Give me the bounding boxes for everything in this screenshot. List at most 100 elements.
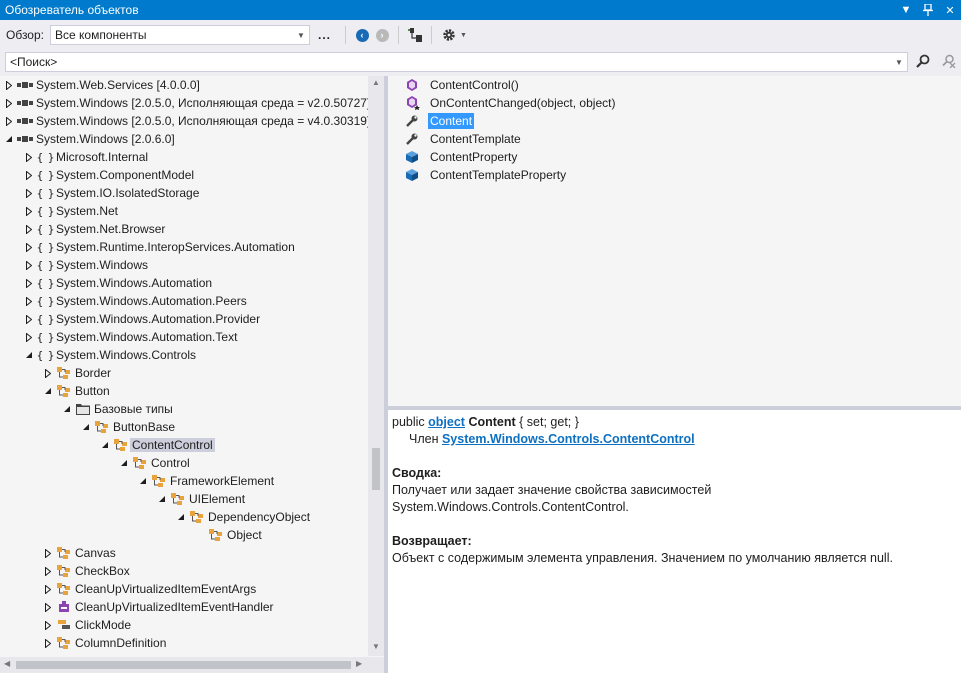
collapse-arrow-icon[interactable]	[136, 477, 150, 485]
scroll-left-icon[interactable]: ◀	[4, 659, 10, 668]
settings-button[interactable]: ▼	[438, 25, 470, 45]
chevron-down-icon[interactable]: ▼	[891, 58, 907, 67]
tree-item[interactable]: FrameworkElement	[136, 472, 276, 490]
collapse-arrow-icon[interactable]	[155, 495, 169, 503]
objects-tree[interactable]: System.Web.Services [4.0.0.0] System.Wind…	[0, 76, 384, 673]
collapse-arrow-icon[interactable]	[41, 387, 55, 395]
pin-icon[interactable]	[917, 0, 939, 20]
expand-arrow-icon[interactable]	[22, 224, 36, 234]
expand-arrow-icon[interactable]	[22, 188, 36, 198]
tree-item[interactable]: { } System.Windows	[22, 256, 150, 274]
member-of-class-link[interactable]: ContentControl	[603, 432, 695, 446]
collapse-arrow-icon[interactable]	[79, 423, 93, 431]
tree-item[interactable]: ButtonBase	[79, 418, 177, 436]
expand-arrow-icon[interactable]	[2, 80, 16, 90]
tree-item[interactable]: Border	[41, 364, 113, 382]
expand-arrow-icon[interactable]	[22, 242, 36, 252]
scroll-down-icon[interactable]: ▼	[368, 642, 384, 651]
expand-arrow-icon[interactable]	[2, 116, 16, 126]
tree-item[interactable]: Базовые типы	[60, 400, 175, 418]
tree-item[interactable]: { } System.Windows.Automation	[22, 274, 214, 292]
expand-arrow-icon[interactable]	[22, 278, 36, 288]
scrollbar-thumb[interactable]	[372, 448, 380, 490]
tree-item[interactable]: { } System.Net.Browser	[22, 220, 167, 238]
tree-item[interactable]: { } System.ComponentModel	[22, 166, 196, 184]
tree-item[interactable]: CleanUpVirtualizedItemEventArgs	[41, 580, 258, 598]
browse-combo[interactable]: Все компоненты ▼	[50, 25, 310, 45]
tree-item[interactable]: { } System.Windows.Automation.Provider	[22, 310, 262, 328]
members-list[interactable]: ContentControl() OnContentChanged(object,…	[388, 76, 961, 406]
member-item[interactable]: Content	[406, 112, 475, 130]
tree-item[interactable]: System.Windows [2.0.5.0, Исполняющая сре…	[2, 112, 372, 130]
tree-item[interactable]: ClickMode	[41, 616, 133, 634]
tree-item[interactable]: { } System.Runtime.InteropServices.Automa…	[22, 238, 297, 256]
tree-item[interactable]: ColumnDefinition	[41, 634, 168, 652]
tree-item[interactable]: CheckBox	[41, 562, 132, 580]
gear-icon	[443, 29, 455, 41]
expand-arrow-icon[interactable]	[41, 620, 55, 630]
member-of-namespace-link[interactable]: System.Windows.Controls	[442, 432, 600, 446]
tree-item[interactable]: Object	[193, 526, 264, 544]
expand-arrow-icon[interactable]	[41, 638, 55, 648]
close-icon[interactable]: ✕	[939, 0, 961, 20]
tree-item[interactable]: UIElement	[155, 490, 247, 508]
expand-arrow-icon[interactable]	[22, 314, 36, 324]
search-box[interactable]: ▼	[5, 52, 908, 72]
expand-arrow-icon[interactable]	[2, 98, 16, 108]
tree-item[interactable]: { } System.Net	[22, 202, 120, 220]
tree-horizontal-scrollbar[interactable]: ◀ ▶	[0, 657, 384, 673]
member-item[interactable]: ContentProperty	[406, 148, 519, 166]
tree-item[interactable]: { } System.Windows.Controls	[22, 346, 198, 364]
expand-arrow-icon[interactable]	[41, 368, 55, 378]
signature-type-link[interactable]: object	[428, 415, 465, 429]
tree-vertical-scrollbar[interactable]: ▲ ▼	[368, 76, 384, 656]
tree-item[interactable]: Canvas	[41, 544, 118, 562]
expand-arrow-icon[interactable]	[22, 206, 36, 216]
expand-arrow-icon[interactable]	[41, 548, 55, 558]
expand-arrow-icon[interactable]	[22, 332, 36, 342]
tree-item[interactable]: CleanUpVirtualizedItemEventHandler	[41, 598, 276, 616]
tree-item[interactable]: ContentControl	[98, 436, 215, 454]
search-input[interactable]	[10, 55, 891, 69]
tree-item[interactable]: System.Windows [2.0.6.0]	[2, 130, 177, 148]
collapse-arrow-icon[interactable]	[60, 405, 74, 413]
tree-item[interactable]: DependencyObject	[174, 508, 312, 526]
expand-arrow-icon[interactable]	[41, 602, 55, 612]
expand-arrow-icon[interactable]	[22, 296, 36, 306]
collapse-arrow-icon[interactable]	[2, 135, 16, 143]
class-icon	[55, 583, 73, 595]
member-item[interactable]: OnContentChanged(object, object)	[406, 94, 617, 112]
expand-arrow-icon[interactable]	[22, 152, 36, 162]
tree-item[interactable]: System.Windows [2.0.5.0, Исполняющая сре…	[2, 94, 372, 112]
tree-item[interactable]: Control	[117, 454, 192, 472]
tree-item[interactable]: { } Microsoft.Internal	[22, 148, 150, 166]
back-button[interactable]: ‹	[352, 25, 372, 45]
tree-item[interactable]: System.Web.Services [4.0.0.0]	[2, 76, 202, 94]
tree-item[interactable]: { } System.Windows.Automation.Peers	[22, 292, 249, 310]
scroll-right-icon[interactable]: ▶	[356, 659, 362, 668]
expand-arrow-icon[interactable]	[41, 566, 55, 576]
expand-arrow-icon[interactable]	[41, 584, 55, 594]
collapse-arrow-icon[interactable]	[174, 513, 188, 521]
expand-arrow-icon[interactable]	[22, 170, 36, 180]
member-item[interactable]: ContentTemplateProperty	[406, 166, 568, 184]
collapse-arrow-icon[interactable]	[98, 441, 112, 449]
dropdown-icon[interactable]: ▼	[895, 0, 917, 20]
collapse-arrow-icon[interactable]	[117, 459, 131, 467]
namespace-icon: { }	[36, 312, 55, 326]
member-item[interactable]: ContentControl()	[406, 76, 521, 94]
tree-item[interactable]: { } System.IO.IsolatedStorage	[22, 184, 201, 202]
add-reference-button[interactable]	[405, 25, 425, 45]
scroll-up-icon[interactable]: ▲	[368, 78, 384, 87]
scrollbar-thumb[interactable]	[16, 661, 351, 669]
tree-item[interactable]: { } System.Windows.Automation.Text	[22, 328, 239, 346]
customize-button[interactable]: ...	[318, 28, 331, 42]
search-button[interactable]	[916, 54, 930, 71]
expand-arrow-icon[interactable]	[22, 260, 36, 270]
collapse-arrow-icon[interactable]	[22, 351, 36, 359]
tree-item[interactable]: Button	[41, 382, 112, 400]
clear-search-button[interactable]	[940, 54, 956, 71]
member-item[interactable]: ContentTemplate	[406, 130, 523, 148]
forward-button[interactable]: ›	[372, 25, 392, 45]
chevron-down-icon[interactable]: ▼	[293, 31, 309, 40]
